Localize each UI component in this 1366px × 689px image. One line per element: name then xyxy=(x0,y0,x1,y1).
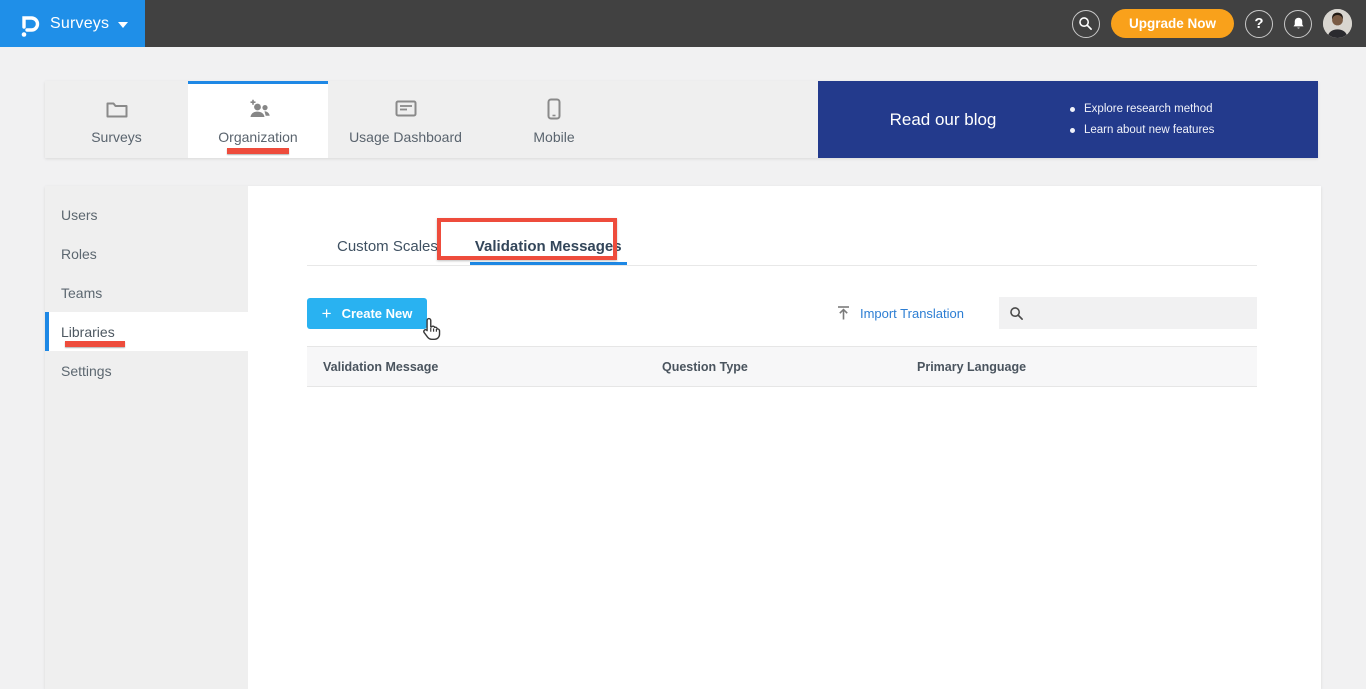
nav-tab-mobile[interactable]: Mobile xyxy=(483,81,625,158)
people-add-icon xyxy=(245,98,271,120)
create-new-label: Create New xyxy=(341,305,413,321)
sidebar-item-teams[interactable]: Teams xyxy=(45,273,248,312)
sidebar-item-settings[interactable]: Settings xyxy=(45,351,248,390)
primary-nav-tabs: Surveys Organization Usage Dashboard Mob… xyxy=(45,81,625,158)
upload-icon xyxy=(837,306,849,320)
column-header-question-type: Question Type xyxy=(662,359,748,374)
nav-tab-label: Usage Dashboard xyxy=(349,129,462,145)
global-search-button[interactable] xyxy=(1071,9,1100,38)
banner-bullet: Explore research method xyxy=(1068,99,1214,120)
upgrade-now-button[interactable]: Upgrade Now xyxy=(1110,9,1234,38)
topbar-actions: Upgrade Now ? xyxy=(1071,0,1352,47)
sidebar-item-libraries[interactable]: Libraries xyxy=(45,312,248,351)
import-translation-link[interactable]: Import Translation xyxy=(836,305,964,321)
search-input[interactable] xyxy=(1032,305,1247,321)
tab-validation-messages[interactable]: Validation Messages xyxy=(469,232,627,265)
notifications-button[interactable] xyxy=(1284,9,1312,38)
question-mark-icon: ? xyxy=(1254,15,1264,32)
search-icon xyxy=(1079,17,1093,30)
product-switcher[interactable]: Surveys xyxy=(0,0,145,47)
top-bar: Surveys Upgrade Now ? xyxy=(0,0,1366,47)
mobile-phone-icon xyxy=(547,98,561,120)
libraries-content: Custom Scales Validation Messages + Crea… xyxy=(248,186,1321,689)
organization-sidebar: Users Roles Teams Libraries Settings xyxy=(45,186,248,689)
nav-tab-usage-dashboard[interactable]: Usage Dashboard xyxy=(328,81,483,158)
table-search-field[interactable] xyxy=(999,297,1257,329)
bell-icon xyxy=(1293,17,1303,29)
nav-tab-label: Organization xyxy=(218,129,298,145)
tab-custom-scales[interactable]: Custom Scales xyxy=(332,232,443,265)
annotation-underline xyxy=(65,341,125,347)
create-new-button[interactable]: + Create New xyxy=(307,297,427,329)
nav-tab-organization[interactable]: Organization xyxy=(188,81,328,158)
main-panel: Users Roles Teams Libraries Settings Cus… xyxy=(45,186,1321,689)
folder-icon xyxy=(105,98,129,120)
annotation-underline xyxy=(227,148,289,154)
user-avatar[interactable] xyxy=(1323,9,1352,38)
banner-bullet: Learn about new features xyxy=(1068,120,1214,141)
caret-down-icon xyxy=(118,21,129,28)
dashboard-icon xyxy=(394,98,418,120)
toolbar: + Create New Import Translation xyxy=(307,297,1257,329)
sidebar-item-label: Settings xyxy=(61,362,112,379)
avatar-image xyxy=(1323,9,1352,38)
banner-bullet-list: Explore research method Learn about new … xyxy=(1068,99,1214,141)
brand-logo-icon xyxy=(21,15,40,37)
column-header-primary-language: Primary Language xyxy=(917,359,1027,374)
column-header-validation-message: Validation Message xyxy=(323,359,439,374)
help-button[interactable]: ? xyxy=(1245,9,1273,38)
sidebar-item-label: Users xyxy=(61,206,98,223)
sidebar-item-label: Libraries xyxy=(61,323,115,340)
product-label: Surveys xyxy=(50,14,110,32)
blog-promo-banner[interactable]: Read our blog Explore research method Le… xyxy=(818,81,1318,158)
libraries-tab-bar: Custom Scales Validation Messages xyxy=(307,218,1257,266)
nav-tab-label: Surveys xyxy=(91,129,142,145)
sidebar-item-roles[interactable]: Roles xyxy=(45,234,248,273)
nav-tab-label: Mobile xyxy=(533,129,575,145)
plus-icon: + xyxy=(321,303,332,323)
table-header-row: Validation Message Question Type Primary… xyxy=(307,346,1257,387)
sidebar-item-label: Teams xyxy=(61,284,103,301)
primary-nav-card: Surveys Organization Usage Dashboard Mob… xyxy=(45,81,1318,158)
nav-tab-surveys[interactable]: Surveys xyxy=(45,81,188,158)
search-icon xyxy=(1010,306,1023,320)
sidebar-item-users[interactable]: Users xyxy=(45,195,248,234)
import-translation-label: Import Translation xyxy=(859,305,964,321)
banner-title: Read our blog xyxy=(889,109,997,129)
sidebar-item-label: Roles xyxy=(61,245,97,262)
